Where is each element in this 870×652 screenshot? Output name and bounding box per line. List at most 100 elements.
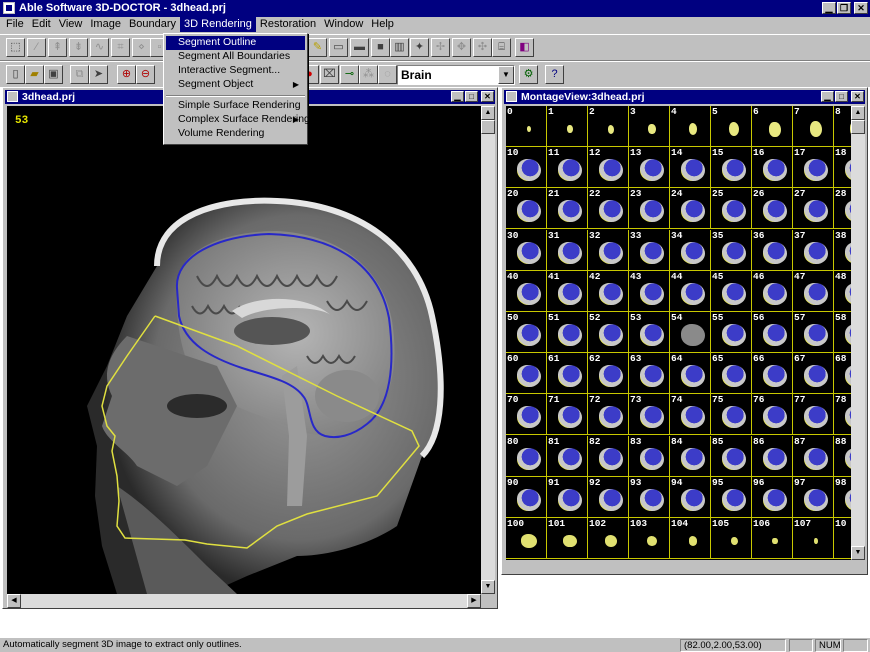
menu-help[interactable]: Help xyxy=(367,17,398,32)
montage-cell[interactable]: 55 xyxy=(711,312,752,353)
montage-cell[interactable]: 97 xyxy=(793,476,834,518)
montage-cell[interactable]: 83 xyxy=(629,435,670,477)
montage-cell[interactable]: 61 xyxy=(547,353,588,395)
montage-cell[interactable]: 47 xyxy=(793,270,834,312)
montage-cell[interactable]: 94 xyxy=(670,476,711,518)
montage-cell[interactable]: 103 xyxy=(629,518,670,559)
link-icon[interactable]: ⊸ xyxy=(340,65,359,84)
lasso-icon[interactable]: ◌ xyxy=(378,65,397,84)
montage-cell[interactable]: 76 xyxy=(752,394,793,436)
montage-cell[interactable]: 0 xyxy=(506,106,547,147)
montage-vscrollbar[interactable]: ▲ ▼ xyxy=(851,106,865,560)
montage-cell[interactable]: 102 xyxy=(588,518,629,559)
montage-cell[interactable]: 18 xyxy=(834,147,851,189)
menu-item-simple-surface-rendering[interactable]: Simple Surface Rendering xyxy=(166,99,305,113)
scroll-up-icon[interactable]: ▲ xyxy=(481,106,495,120)
montage-cell[interactable]: 32 xyxy=(588,229,629,271)
montage-cell[interactable]: 81 xyxy=(547,435,588,477)
close-button[interactable]: ✕ xyxy=(854,2,868,14)
montage-cell[interactable]: 21 xyxy=(547,188,588,230)
menu-item-volume-rendering[interactable]: Volume Rendering xyxy=(166,127,305,141)
columns-icon[interactable]: ▥ xyxy=(390,38,409,57)
pointer-icon[interactable]: ➤ xyxy=(89,65,108,84)
montage-cell[interactable]: 50 xyxy=(506,312,547,353)
montage-cell[interactable]: 36 xyxy=(752,229,793,271)
montage-cell[interactable]: 6 xyxy=(752,106,793,147)
montage-cell[interactable]: 51 xyxy=(547,312,588,353)
image-canvas[interactable]: 53 xyxy=(7,106,481,594)
scroll-thumb[interactable] xyxy=(851,120,865,134)
montage-cell[interactable]: 4 xyxy=(670,106,711,147)
app-titlebar[interactable]: Able Software 3D-DOCTOR - 3dhead.prj ▁ ❐… xyxy=(0,0,870,17)
montage-cell[interactable]: 70 xyxy=(506,394,547,436)
node-tool-icon[interactable]: ⋄ xyxy=(132,38,151,57)
edit-boundary-icon[interactable]: ⌸ xyxy=(492,38,511,57)
montage-cell[interactable]: 26 xyxy=(752,188,793,230)
montage-cell[interactable]: 91 xyxy=(547,476,588,518)
montage-cell[interactable]: 90 xyxy=(506,476,547,518)
montage-cell[interactable]: 7 xyxy=(793,106,834,147)
montage-cell[interactable]: 16 xyxy=(752,147,793,189)
montage-cell[interactable]: 8 xyxy=(834,106,851,147)
montage-cell[interactable]: 57 xyxy=(793,312,834,353)
montage-cell[interactable]: 98 xyxy=(834,477,851,518)
montage-cell[interactable]: 43 xyxy=(629,270,670,312)
montage-cell[interactable]: 11 xyxy=(547,147,588,189)
montage-cell[interactable]: 54 xyxy=(670,312,711,353)
montage-cell[interactable]: 5 xyxy=(711,106,752,147)
zoom-in-icon[interactable]: ⊕ xyxy=(117,65,136,84)
minimize-button[interactable]: ▁ xyxy=(451,91,464,102)
montage-cell[interactable]: 23 xyxy=(629,188,670,230)
montage-cell[interactable]: 53 xyxy=(629,312,670,353)
montage-cell[interactable]: 68 xyxy=(834,353,851,395)
montage-cell[interactable]: 58 xyxy=(834,312,851,353)
montage-cell[interactable]: 14 xyxy=(670,147,711,189)
display-icon[interactable]: ▭ xyxy=(329,38,348,57)
montage-cell[interactable]: 77 xyxy=(793,394,834,436)
montage-cell[interactable]: 96 xyxy=(752,476,793,518)
montage-cell[interactable]: 2 xyxy=(588,106,629,147)
select-region-icon[interactable]: ⬚ xyxy=(6,38,25,57)
save-icon[interactable]: ▣ xyxy=(44,65,63,84)
menu-file[interactable]: File xyxy=(2,17,28,32)
montage-cell[interactable]: 45 xyxy=(711,270,752,312)
menu-item-complex-surface-rendering[interactable]: Complex Surface Rendering ▶ xyxy=(166,113,310,127)
montage-cell[interactable]: 33 xyxy=(629,229,670,271)
montage-cell[interactable]: 60 xyxy=(506,353,547,395)
montage-cell[interactable]: 46 xyxy=(752,270,793,312)
montage-cell[interactable]: 71 xyxy=(547,394,588,436)
fill-icon[interactable]: ■ xyxy=(371,38,390,57)
montage-cell[interactable]: 63 xyxy=(629,353,670,395)
montage-cell[interactable]: 75 xyxy=(711,394,752,436)
menu-image[interactable]: Image xyxy=(86,17,125,32)
new-file-icon[interactable]: ▯ xyxy=(6,65,25,84)
minimize-button[interactable]: ▁ xyxy=(821,91,834,102)
montage-cell[interactable]: 20 xyxy=(506,188,547,230)
montage-cell[interactable]: 87 xyxy=(793,435,834,477)
montage-cell[interactable]: 31 xyxy=(547,229,588,271)
scroll-up-icon[interactable]: ▲ xyxy=(851,106,865,120)
montage-cell[interactable]: 13 xyxy=(629,147,670,189)
montage-cell[interactable]: 56 xyxy=(752,312,793,353)
montage-cell[interactable]: 24 xyxy=(670,188,711,230)
point-delete-icon[interactable]: ✣ xyxy=(473,38,492,57)
menu-edit[interactable]: Edit xyxy=(28,17,55,32)
scroll-thumb[interactable] xyxy=(481,120,495,134)
object-select[interactable]: Brain ▼ xyxy=(397,65,515,85)
point-move-icon[interactable]: ✥ xyxy=(452,38,471,57)
menu-item-segment-object[interactable]: Segment Object ▶ xyxy=(166,78,305,92)
zoom-out-icon[interactable]: ⊖ xyxy=(136,65,155,84)
montage-cell[interactable]: 84 xyxy=(670,435,711,477)
montage-cell[interactable]: 3 xyxy=(629,106,670,147)
montage-cell[interactable]: 101 xyxy=(547,518,588,559)
object-settings-icon[interactable]: ⚙ xyxy=(519,65,538,84)
montage-cell[interactable]: 37 xyxy=(793,229,834,271)
image-hscrollbar[interactable]: ◀ ▶ xyxy=(7,594,481,608)
curve-tool-icon[interactable]: ∿ xyxy=(90,38,109,57)
montage-cell[interactable]: 104 xyxy=(670,518,711,559)
montage-cell[interactable]: 1 xyxy=(547,106,588,147)
montage-cell[interactable]: 42 xyxy=(588,270,629,312)
document-icon[interactable] xyxy=(7,91,18,102)
restore-button[interactable]: ❐ xyxy=(837,2,851,14)
montage-cell[interactable]: 106 xyxy=(752,518,793,559)
